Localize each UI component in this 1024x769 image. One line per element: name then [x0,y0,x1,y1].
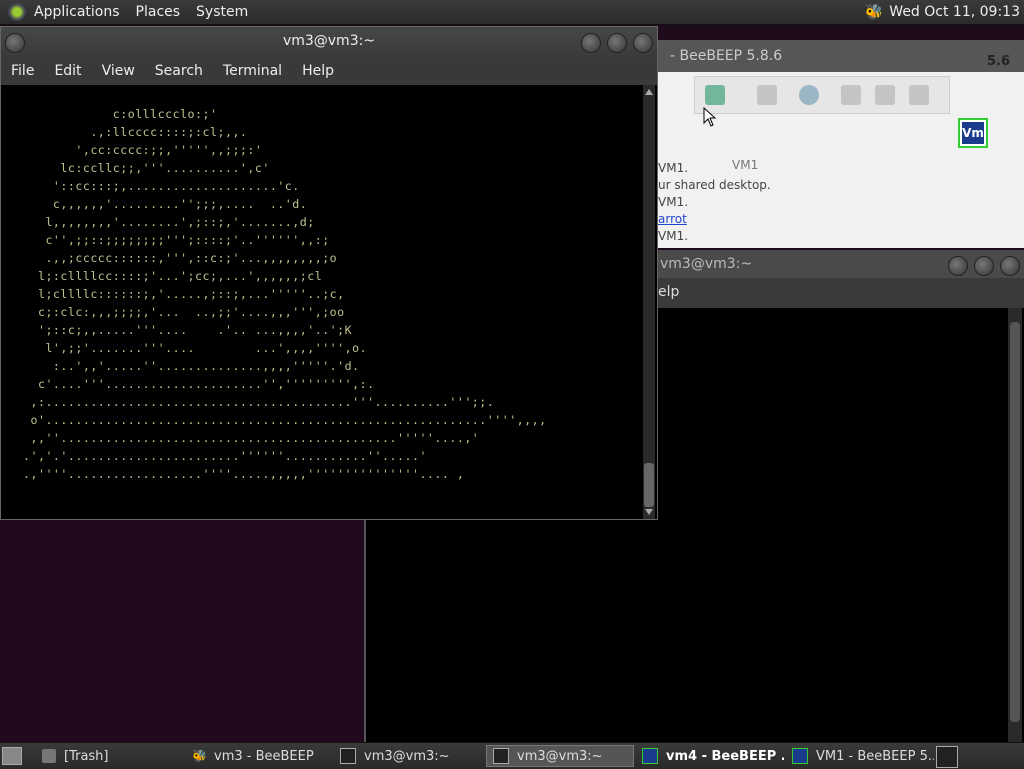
chat-link[interactable]: arrot [658,211,771,228]
terminal-window[interactable]: vm3@vm3:~ File Edit View Search Terminal… [0,26,658,520]
terminal-icon [493,748,509,764]
top-panel: Applications Places System 🐝 Wed Oct 11,… [0,0,1024,25]
window-menu-button[interactable] [5,33,25,53]
bottom-taskbar: [Trash] 🐝 vm3 - BeeBEEP vm3@vm3:~ vm3@vm… [0,742,1024,769]
vm-badge-label: Vm [962,122,984,144]
show-desktop-icon[interactable] [2,747,22,765]
minimize-button[interactable] [581,33,601,53]
beebeep-edit-icon[interactable] [875,85,895,105]
chat-line: ur shared desktop. [658,178,771,192]
taskbar-item-label: vm4 - BeeBEEP ... [666,748,784,764]
terminal-title: vm3@vm3:~ [282,33,376,49]
taskbar-item-label: [Trash] [64,748,109,764]
beebeep-titlebar[interactable]: - BeeBEEP 5.8.6 5.6 [658,40,1024,72]
beebeep-window[interactable]: - BeeBEEP 5.8.6 5.6 Vm VM1 VM1. ur share… [658,40,1024,248]
tray-area: 🐝 Wed Oct 11, 09:13 [865,0,1024,24]
beebeep-settings-icon[interactable] [909,85,929,105]
beebeep-toolbar [694,76,950,114]
chat-line: VM1. [658,161,689,175]
terminal-menubar: File Edit View Search Terminal Help [1,57,657,85]
menu-help-fragment[interactable]: elp [658,284,679,300]
minimize-button[interactable] [948,256,968,276]
menu-help[interactable]: Help [292,63,344,79]
beebeep-globe-icon[interactable] [799,85,819,105]
terminal-titlebar[interactable]: vm3@vm3:~ [1,27,657,57]
bee-icon: 🐝 [192,749,207,763]
vm-badge-icon[interactable]: Vm [958,118,988,148]
menu-applications[interactable]: Applications [26,4,128,20]
beebeep-content: Vm VM1 VM1. ur shared desktop. VM1. arro… [658,72,1024,248]
workspace-switcher[interactable] [936,746,958,768]
beebeep-window-title: - BeeBEEP 5.8.6 [670,48,783,64]
chat-line: VM1. [658,229,689,243]
vm-icon [642,748,658,764]
taskbar-item-label: vm3@vm3:~ [364,748,450,764]
terminal-bg-title: vm3@vm3:~ [660,256,753,272]
taskbar-item-beebeep-vm4[interactable]: vm4 - BeeBEEP ... [636,745,784,767]
scrollbar-thumb[interactable] [1010,322,1020,722]
chat-line: VM1. [658,195,689,209]
terminal-icon [340,748,356,764]
top-panel-menus: Applications Places System [26,0,256,24]
close-button[interactable] [633,33,653,53]
menu-places[interactable]: Places [128,4,189,20]
menu-edit[interactable]: Edit [44,63,91,79]
close-button[interactable] [1000,256,1020,276]
beebeep-vm-tool-icon[interactable] [705,85,725,105]
taskbar-item-terminal[interactable]: vm3@vm3:~ [334,745,484,767]
beebeep-chat-lines: VM1. ur shared desktop. VM1. arrot VM1. [658,160,771,245]
ascii-art-output: c:olllccclo:;' .,:llcccc::::;:cl;,,. ',c… [23,107,547,481]
terminal-bg-scrollbar[interactable] [1008,308,1022,742]
distro-logo-icon[interactable] [8,3,26,21]
taskbar-item-label: vm3@vm3:~ [517,748,603,764]
scroll-up-icon[interactable] [645,89,653,95]
taskbar-item-label: vm3 - BeeBEEP [214,748,314,764]
beebeep-tool-icon[interactable] [841,85,861,105]
beebeep-tool-icon[interactable] [757,85,777,105]
terminal-window-background[interactable]: vm3@vm3:~ elp [658,250,1024,742]
terminal-bg-titlebar[interactable]: vm3@vm3:~ [658,250,1024,278]
maximize-button[interactable] [607,33,627,53]
clock[interactable]: Wed Oct 11, 09:13 [889,4,1024,20]
taskbar-item-label: VM1 - BeeBEEP 5.... [816,748,934,764]
menu-system[interactable]: System [188,4,256,20]
terminal-output[interactable]: c:olllccclo:;' .,:llcccc::::;:cl;,,. ',c… [3,85,643,519]
maximize-button[interactable] [974,256,994,276]
vm-icon [792,748,808,764]
trash-icon [42,749,56,763]
beebeep-tray-icon[interactable]: 🐝 [865,3,884,21]
terminal-scrollbar[interactable] [643,85,655,519]
scrollbar-thumb[interactable] [644,463,654,507]
taskbar-item-beebeep-vm1[interactable]: VM1 - BeeBEEP 5.... [786,745,934,767]
taskbar-item-trash[interactable]: [Trash] [36,745,186,767]
menu-file[interactable]: File [1,63,44,79]
mouse-cursor-icon [703,107,717,127]
desktop-background [0,520,366,742]
menu-view[interactable]: View [92,63,145,79]
beebeep-version-hint: 5.6 [986,54,1010,69]
menu-terminal[interactable]: Terminal [213,63,292,79]
taskbar-item-beebeep-vm3[interactable]: 🐝 vm3 - BeeBEEP [186,745,334,767]
taskbar-item-terminal-active[interactable]: vm3@vm3:~ [486,745,634,767]
terminal-bg-menubar: elp [658,278,1024,308]
menu-search[interactable]: Search [145,63,213,79]
scroll-down-icon[interactable] [645,509,653,515]
